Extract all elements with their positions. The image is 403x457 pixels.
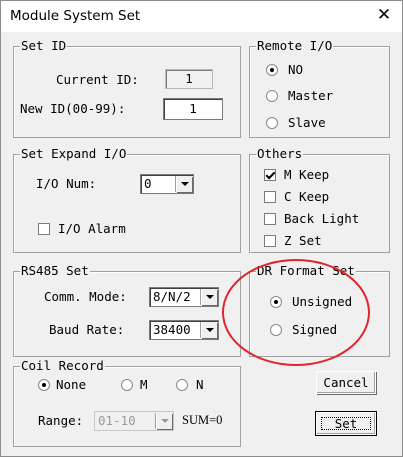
current-id-label: Current ID:: [56, 72, 139, 87]
c-keep-checkbox[interactable]: [264, 191, 276, 203]
io-num-label: I/O Num:: [36, 176, 97, 191]
remote-io-master-radio[interactable]: [266, 90, 278, 102]
chevron-down-icon[interactable]: [176, 176, 192, 192]
dr-unsigned-radio[interactable]: [270, 296, 282, 308]
coil-record-group-title: Coil Record: [20, 358, 105, 374]
z-set-checkbox[interactable]: [264, 235, 276, 247]
baud-rate-select[interactable]: 38400: [149, 320, 219, 340]
remote-io-group: Remote I/O NO Master Slave: [249, 38, 390, 138]
chevron-down-icon: [156, 413, 172, 429]
baud-rate-value: 38400: [153, 322, 191, 337]
dr-signed-radio[interactable]: [270, 324, 282, 336]
m-keep-label[interactable]: M Keep: [284, 167, 329, 183]
c-keep-label[interactable]: C Keep: [284, 189, 329, 205]
coil-n-label[interactable]: N: [196, 377, 204, 393]
range-label: Range:: [38, 413, 84, 428]
remote-io-slave-label[interactable]: Slave: [288, 115, 326, 131]
close-icon[interactable]: ✕: [376, 5, 392, 25]
back-light-checkbox[interactable]: [264, 213, 276, 225]
coil-record-group: Coil Record None M N Range: 01-10 SUM=0: [13, 358, 241, 447]
remote-io-no-radio[interactable]: [266, 64, 278, 76]
set-id-group: Set ID Current ID: 1 New ID(00-99): 1: [13, 38, 241, 138]
remote-io-no-label[interactable]: NO: [288, 62, 303, 78]
comm-mode-select[interactable]: 8/N/2: [149, 287, 219, 307]
rs485-group: RS485 Set Comm. Mode: 8/N/2 Baud Rate: 3…: [13, 263, 241, 357]
remote-io-group-title: Remote I/O: [256, 38, 334, 54]
m-keep-checkbox[interactable]: [264, 169, 276, 181]
rs485-group-title: RS485 Set: [20, 263, 90, 279]
z-set-label[interactable]: Z Set: [284, 233, 322, 249]
others-group-title: Others: [256, 146, 304, 162]
title-bar[interactable]: Module System Set ✕: [1, 1, 402, 32]
io-num-select[interactable]: 0: [140, 174, 194, 194]
set-button[interactable]: Set: [315, 411, 377, 436]
coil-none-label[interactable]: None: [56, 377, 86, 393]
cancel-button[interactable]: Cancel: [316, 371, 376, 394]
range-value: 01-10: [98, 413, 136, 428]
range-select: 01-10: [94, 411, 174, 431]
comm-mode-label: Comm. Mode:: [44, 289, 127, 304]
expand-io-group: Set Expand I/O I/O Num: 0 I/O Alarm: [13, 146, 241, 253]
io-alarm-label[interactable]: I/O Alarm: [58, 221, 126, 237]
expand-io-group-title: Set Expand I/O: [20, 146, 128, 162]
io-alarm-checkbox[interactable]: [38, 223, 50, 235]
dr-format-group-title: DR Format Set: [256, 263, 356, 279]
chevron-down-icon[interactable]: [201, 322, 217, 338]
coil-none-radio[interactable]: [38, 379, 50, 391]
coil-m-radio[interactable]: [121, 379, 133, 391]
window-title: Module System Set: [10, 8, 141, 24]
set-id-group-title: Set ID: [20, 38, 68, 54]
module-system-set-dialog: Module System Set ✕ Set ID Current ID: 1…: [0, 0, 403, 457]
coil-n-radio[interactable]: [176, 379, 188, 391]
remote-io-slave-radio[interactable]: [266, 117, 278, 129]
comm-mode-value: 8/N/2: [153, 289, 191, 304]
dr-signed-label[interactable]: Signed: [292, 322, 337, 338]
chevron-down-icon[interactable]: [201, 289, 217, 305]
sum-text: SUM=0: [182, 413, 223, 427]
coil-m-label[interactable]: M: [140, 377, 148, 393]
set-button-label: Set: [334, 416, 358, 431]
dialog-client-area: Set ID Current ID: 1 New ID(00-99): 1 Re…: [1, 32, 402, 456]
baud-rate-label: Baud Rate:: [49, 322, 125, 337]
remote-io-master-label[interactable]: Master: [288, 88, 333, 104]
others-group: Others M Keep C Keep Back Light Z Set: [249, 146, 390, 253]
new-id-label: New ID(00-99):: [20, 101, 126, 116]
io-num-value: 0: [144, 176, 152, 191]
current-id-field: 1: [165, 69, 213, 89]
new-id-input[interactable]: 1: [163, 98, 223, 120]
back-light-label[interactable]: Back Light: [284, 211, 359, 227]
dr-unsigned-label[interactable]: Unsigned: [292, 294, 352, 310]
dr-format-group: DR Format Set Unsigned Signed: [249, 263, 390, 357]
